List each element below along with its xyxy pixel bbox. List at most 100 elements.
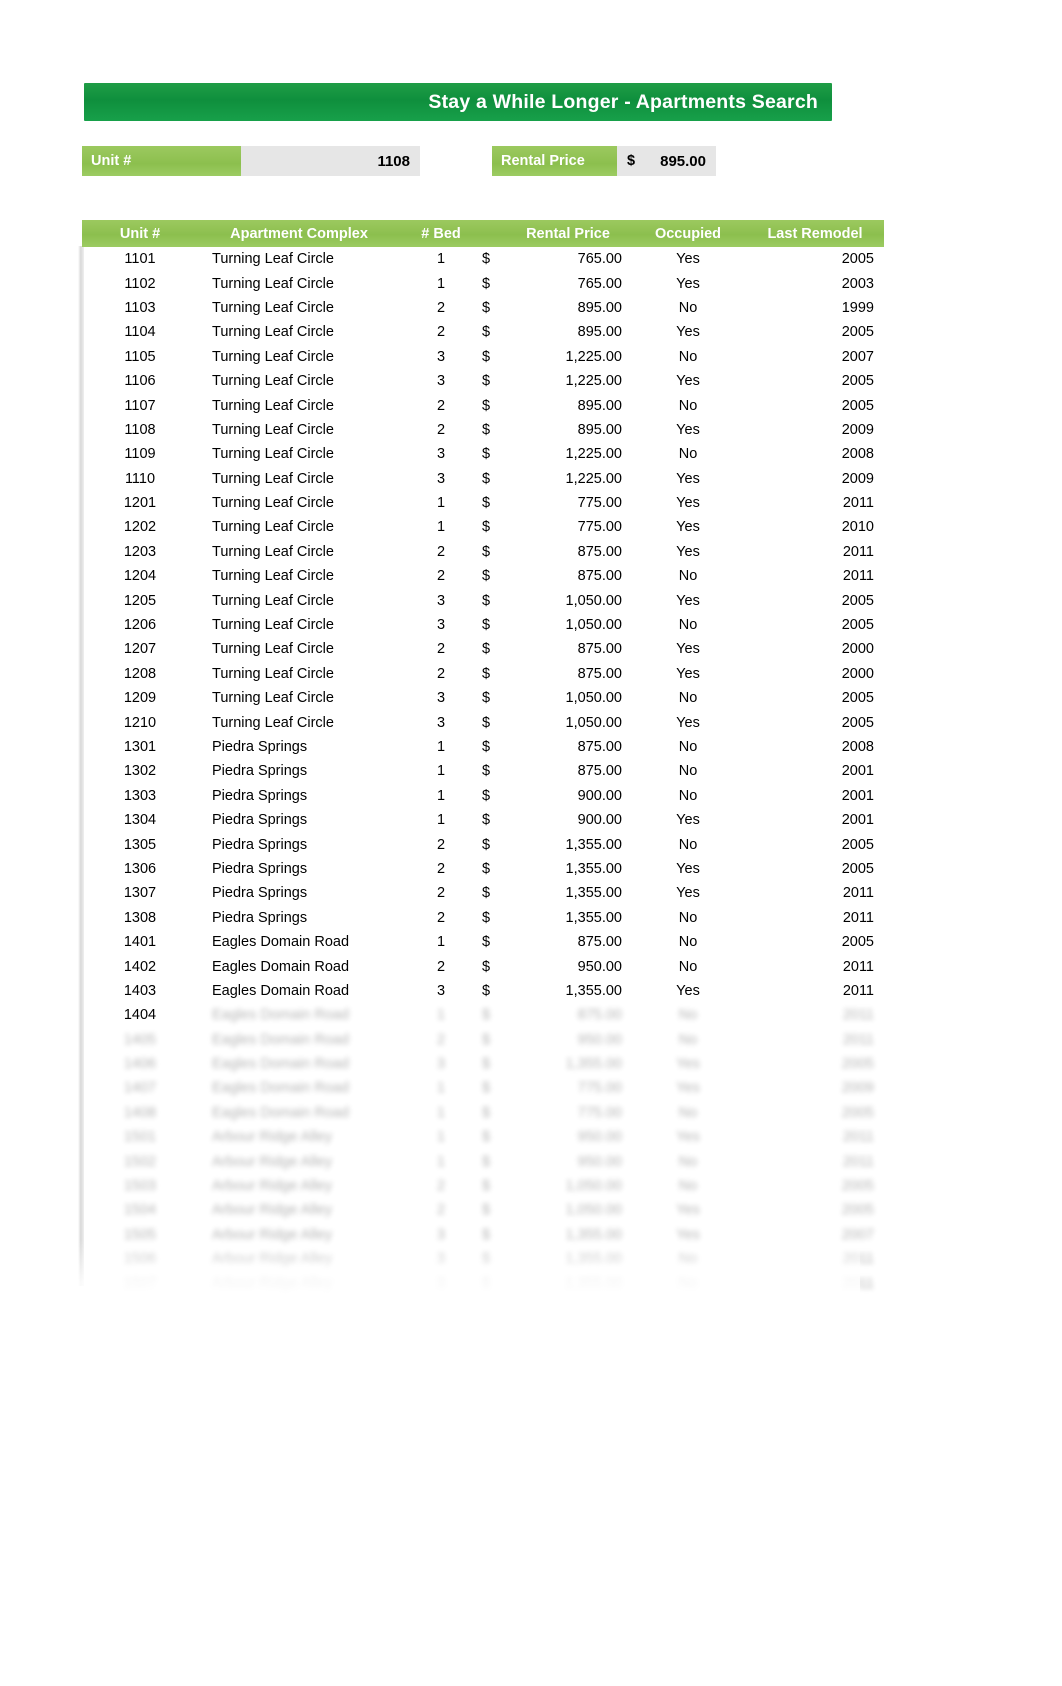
cell-price: 1,355.00: [565, 909, 622, 926]
cell-currency: $: [482, 519, 491, 536]
table-row[interactable]: 1207 Turning Leaf Circle 2 $875.00 Yes 2000: [82, 637, 884, 661]
table-row[interactable]: 1504 Arbour Ridge Alley 2 $1,050.00 Yes 2005: [82, 1198, 884, 1222]
table-row[interactable]: 1203 Turning Leaf Circle 2 $875.00 Yes 2011: [82, 540, 884, 564]
column-header-unit[interactable]: Unit #: [82, 220, 198, 247]
cell-price: 875.00: [577, 568, 622, 585]
table-row[interactable]: 1505 Arbour Ridge Alley 3 $1,355.00 Yes 2007: [82, 1223, 884, 1247]
cell-unit: 1105: [124, 348, 156, 365]
table-row[interactable]: 1406 Eagles Domain Road 3 $1,355.00 Yes 2005: [82, 1052, 884, 1076]
table-row[interactable]: 1101 Turning Leaf Circle 1 $765.00 Yes 2005: [82, 247, 884, 271]
cell-remodel: 2005: [841, 836, 874, 853]
table-row[interactable]: 1408 Eagles Domain Road 1 $775.00 No 2005: [82, 1101, 884, 1125]
table-row[interactable]: 1107 Turning Leaf Circle 2 $895.00 No 2005: [82, 393, 884, 417]
cell-complex: Piedra Springs: [212, 763, 308, 780]
cell-complex: Eagles Domain Road: [212, 934, 350, 951]
table-row[interactable]: 1301 Piedra Springs 1 $875.00 No 2008: [82, 735, 884, 759]
column-header-complex[interactable]: Apartment Complex: [198, 220, 400, 247]
table-row[interactable]: 1106 Turning Leaf Circle 3 $1,225.00 Yes 2005: [82, 369, 884, 393]
cell-remodel: 2011: [842, 909, 874, 926]
table-row[interactable]: 1201 Turning Leaf Circle 1 $775.00 Yes 2011: [82, 491, 884, 515]
column-header-currency[interactable]: [482, 220, 506, 247]
cell-remodel: 2000: [841, 665, 874, 682]
table-row[interactable]: 1507 Arbour Ridge Alley 3 $1,355.00 No 2011: [82, 1271, 884, 1295]
table-row[interactable]: 1303 Piedra Springs 1 $900.00 No 2001: [82, 784, 884, 808]
table-row[interactable]: 1302 Piedra Springs 1 $875.00 No 2001: [82, 759, 884, 783]
cell-currency: $: [482, 251, 491, 268]
cell-occupied: No: [678, 909, 698, 926]
cell-complex: Eagles Domain Road: [212, 1056, 350, 1073]
cell-bed: 1: [436, 275, 446, 292]
table-row[interactable]: 1209 Turning Leaf Circle 3 $1,050.00 No 2005: [82, 686, 884, 710]
table-row[interactable]: 1403 Eagles Domain Road 3 $1,355.00 Yes 2011: [82, 979, 884, 1003]
table-row[interactable]: 1407 Eagles Domain Road 1 $775.00 Yes 2009: [82, 1076, 884, 1100]
table-row[interactable]: 1102 Turning Leaf Circle 1 $765.00 Yes 2003: [82, 271, 884, 295]
cell-occupied: Yes: [676, 421, 700, 438]
column-header-remodel[interactable]: Last Remodel: [746, 220, 884, 247]
cell-remodel: 2000: [841, 641, 874, 658]
apartments-table: Unit # Apartment Complex # Bed Rental Pr…: [82, 220, 884, 1296]
unit-number-input[interactable]: 1108: [241, 146, 420, 176]
table-row[interactable]: 1503 Arbour Ridge Alley 2 $1,050.00 No 2005: [82, 1174, 884, 1198]
table-row[interactable]: 1306 Piedra Springs 2 $1,355.00 Yes 2005: [82, 857, 884, 881]
table-row[interactable]: 1109 Turning Leaf Circle 3 $1,225.00 No 2008: [82, 442, 884, 466]
cell-bed: 3: [436, 617, 446, 634]
cell-occupied: No: [678, 958, 698, 975]
cell-currency: $: [482, 909, 491, 926]
table-row[interactable]: 1402 Eagles Domain Road 2 $950.00 No 2011: [82, 954, 884, 978]
cell-complex: Arbour Ridge Alley: [212, 1275, 333, 1292]
cell-bed: 2: [436, 909, 446, 926]
table-row[interactable]: 1105 Turning Leaf Circle 3 $1,225.00 No 2007: [82, 345, 884, 369]
cell-bed: 2: [436, 1178, 446, 1195]
cell-remodel: 2005: [841, 690, 874, 707]
table-row[interactable]: 1110 Turning Leaf Circle 3 $1,225.00 Yes 2009: [82, 467, 884, 491]
table-row[interactable]: 1405 Eagles Domain Road 2 $950.00 No 2011: [82, 1028, 884, 1052]
cell-complex: Turning Leaf Circle: [212, 641, 334, 658]
table-row[interactable]: 1308 Piedra Springs 2 $1,355.00 No 2011: [82, 906, 884, 930]
cell-complex: Arbour Ridge Alley: [212, 1226, 333, 1243]
table-row[interactable]: 1205 Turning Leaf Circle 3 $1,050.00 Yes 2005: [82, 588, 884, 612]
cell-complex: Eagles Domain Road: [212, 1080, 350, 1097]
table-row[interactable]: 1103 Turning Leaf Circle 2 $895.00 No 1999: [82, 296, 884, 320]
cell-unit: 1506: [123, 1251, 157, 1268]
cell-price: 765.00: [577, 251, 622, 268]
table-header: Unit # Apartment Complex # Bed Rental Pr…: [82, 220, 884, 247]
cell-bed: 1: [436, 763, 446, 780]
table-row[interactable]: 1401 Eagles Domain Road 1 $875.00 No 2005: [82, 930, 884, 954]
cell-remodel: 2007: [841, 348, 874, 365]
cell-price: 775.00: [577, 519, 622, 536]
column-header-price[interactable]: Rental Price: [506, 220, 630, 247]
cell-remodel: 2003: [841, 275, 874, 292]
table-row[interactable]: 1108 Turning Leaf Circle 2 $895.00 Yes 2009: [82, 418, 884, 442]
table-row[interactable]: 1208 Turning Leaf Circle 2 $875.00 Yes 2000: [82, 662, 884, 686]
cell-unit: 1406: [123, 1056, 157, 1073]
table-row[interactable]: 1304 Piedra Springs 1 $900.00 Yes 2001: [82, 808, 884, 832]
table-row[interactable]: 1307 Piedra Springs 2 $1,355.00 Yes 2011: [82, 881, 884, 905]
cell-unit: 1503: [123, 1178, 157, 1195]
table-row[interactable]: 1204 Turning Leaf Circle 2 $875.00 No 2011: [82, 564, 884, 588]
cell-unit: 1206: [123, 617, 157, 634]
table-row[interactable]: 1501 Arbour Ridge Alley 1 $950.00 Yes 2011: [82, 1125, 884, 1149]
rental-price-output[interactable]: $ 895.00: [617, 146, 716, 176]
cell-complex: Turning Leaf Circle: [212, 251, 334, 268]
cell-occupied: Yes: [676, 982, 700, 999]
table-row[interactable]: 1104 Turning Leaf Circle 2 $895.00 Yes 2005: [82, 320, 884, 344]
column-header-bed[interactable]: # Bed: [400, 220, 482, 247]
cell-currency: $: [482, 763, 491, 780]
cell-unit: 1101: [124, 251, 156, 268]
table-row[interactable]: 1210 Turning Leaf Circle 3 $1,050.00 Yes 2005: [82, 710, 884, 734]
table-row[interactable]: 1404 Eagles Domain Road 1 $875.00 No 2011: [82, 1003, 884, 1027]
table-row[interactable]: 1206 Turning Leaf Circle 3 $1,050.00 No 2005: [82, 613, 884, 637]
cell-currency: $: [482, 324, 491, 341]
table-row[interactable]: 1502 Arbour Ridge Alley 1 $950.00 No 2011: [82, 1149, 884, 1173]
cell-bed: 1: [436, 519, 446, 536]
cell-bed: 3: [436, 714, 446, 731]
cell-unit: 1305: [123, 836, 157, 853]
cell-unit: 1401: [123, 934, 157, 951]
cell-occupied: No: [678, 1104, 698, 1121]
table-row[interactable]: 1202 Turning Leaf Circle 1 $775.00 Yes 2010: [82, 515, 884, 539]
table-row[interactable]: 1305 Piedra Springs 2 $1,355.00 No 2005: [82, 832, 884, 856]
cell-unit: 1402: [123, 958, 157, 975]
cell-bed: 1: [436, 1129, 446, 1146]
column-header-occupied[interactable]: Occupied: [630, 220, 746, 247]
table-row[interactable]: 1506 Arbour Ridge Alley 3 $1,355.00 No 2011: [82, 1247, 884, 1271]
